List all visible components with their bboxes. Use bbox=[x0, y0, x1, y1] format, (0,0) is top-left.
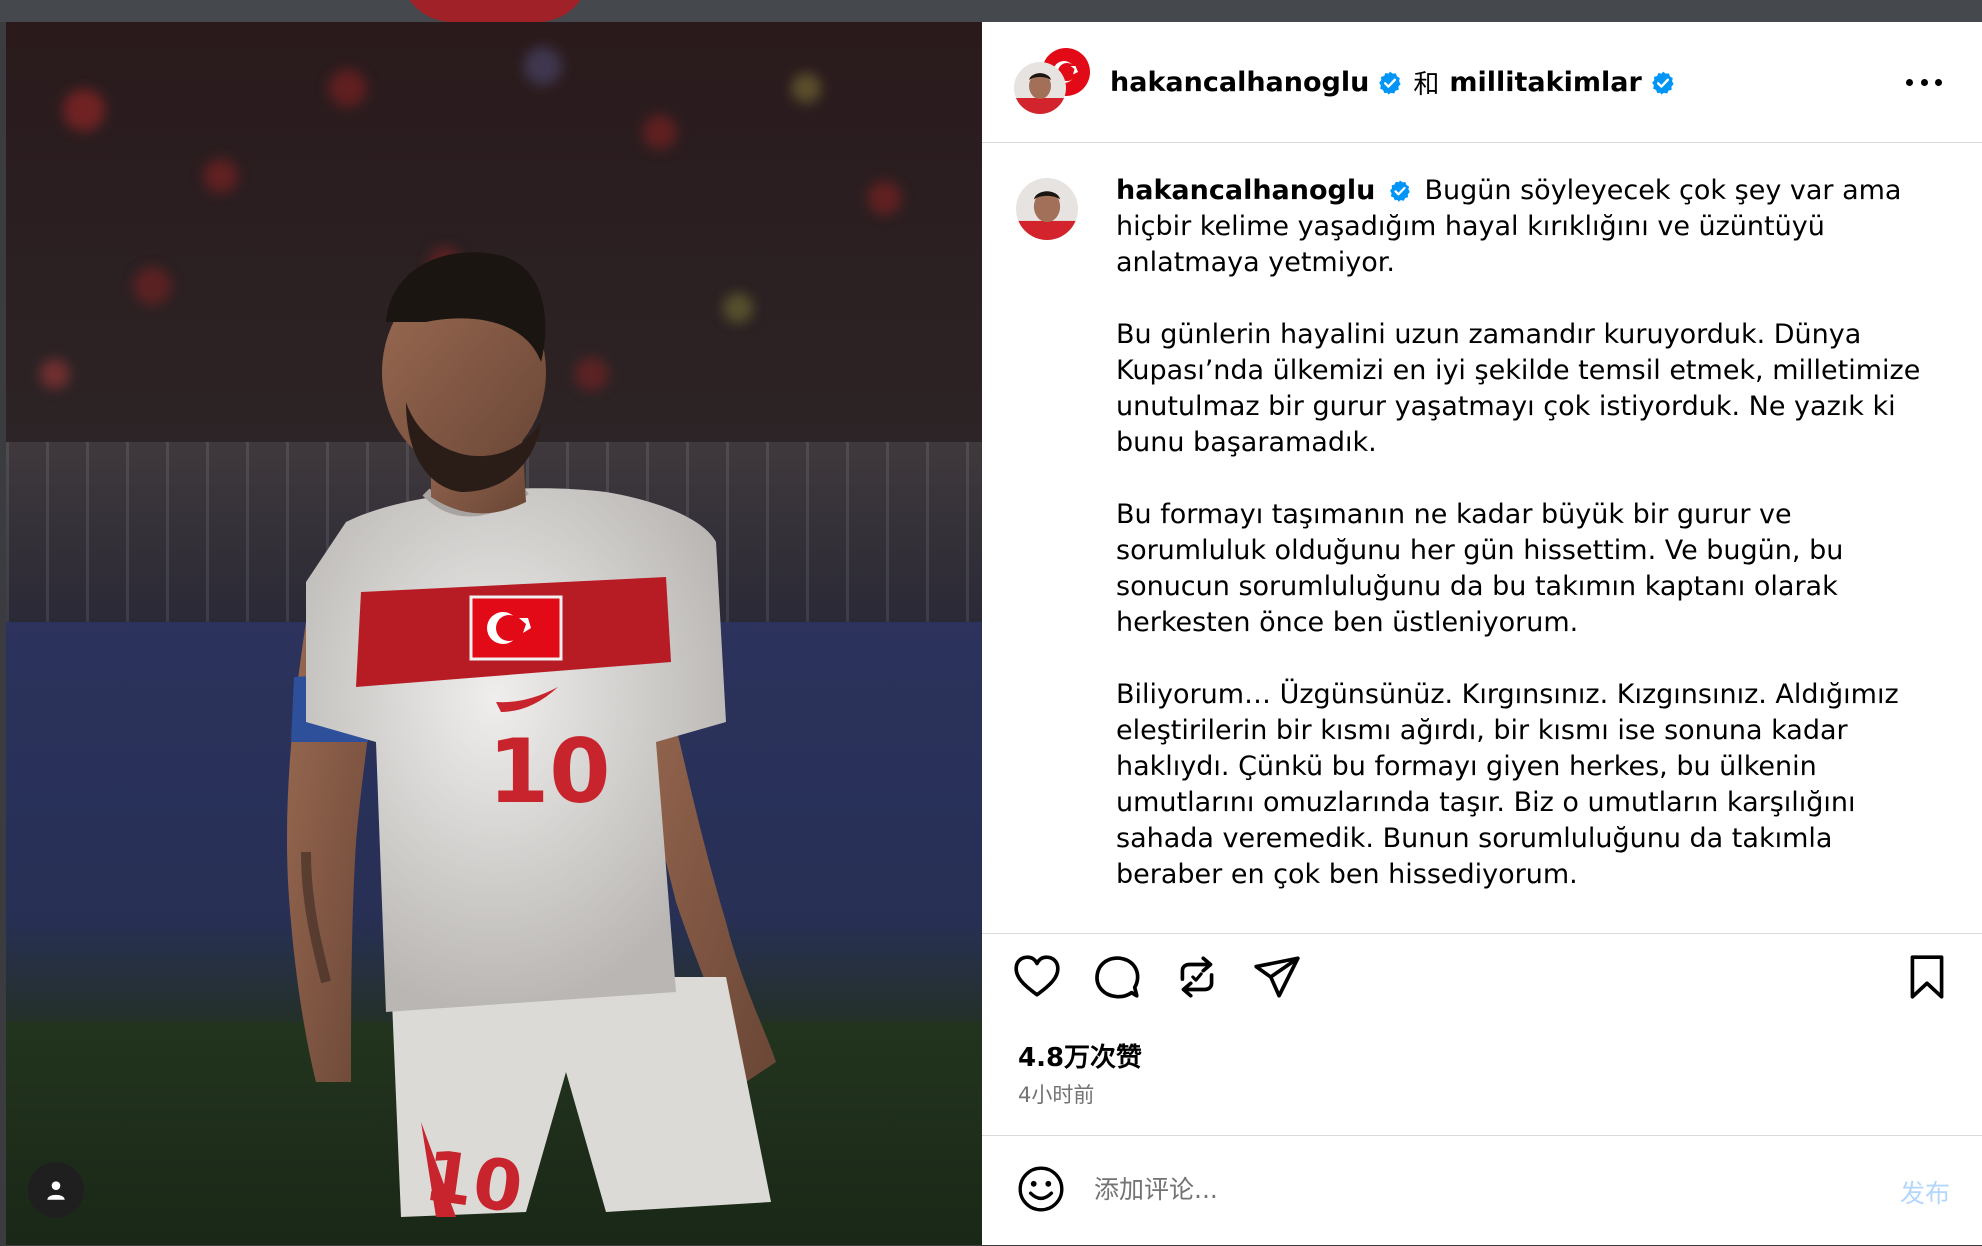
comment-bar: 发布 bbox=[982, 1135, 1982, 1246]
post-caption: hakancalhanoglu Bugün söyleyecek çok şey… bbox=[982, 143, 1982, 934]
person-icon bbox=[47, 1181, 65, 1200]
more-options-button[interactable] bbox=[1906, 72, 1942, 92]
verified-badge-icon bbox=[1389, 180, 1410, 202]
authors-joiner: 和 bbox=[1413, 70, 1440, 100]
caption-paragraph-3: Bu formayı taşımanın ne kadar büyük bir … bbox=[1116, 499, 1844, 638]
caption-paragraph-4: Biliyorum… Üzgünsünüz. Kırgınsınız. Kızg… bbox=[1116, 679, 1899, 890]
repost-icon[interactable] bbox=[1172, 952, 1222, 1002]
emoji-icon[interactable] bbox=[1016, 1164, 1066, 1214]
like-count[interactable]: 4.8万次赞 bbox=[1018, 1037, 1142, 1074]
comment-icon[interactable] bbox=[1092, 952, 1142, 1002]
post-authors: hakancalhanoglu 和 millitakimlar bbox=[1110, 64, 1676, 101]
post-image[interactable]: 10 10 bbox=[6, 22, 982, 1245]
caption-paragraph: hakancalhanoglu Bugün söyleyecek çok şey… bbox=[1116, 173, 1946, 281]
background-flag-shape bbox=[400, 0, 590, 22]
post-comment-button[interactable]: 发布 bbox=[1900, 1174, 1950, 1210]
svg-text:10: 10 bbox=[420, 1135, 528, 1230]
caption-paragraph-2: Bu günlerin hayalini uzun zamandır kuruy… bbox=[1116, 319, 1921, 458]
author-avatar[interactable] bbox=[1014, 62, 1066, 114]
bookmark-icon[interactable] bbox=[1902, 952, 1952, 1002]
send-icon[interactable] bbox=[1252, 952, 1302, 1002]
author-username[interactable]: hakancalhanoglu bbox=[1110, 67, 1369, 98]
post-actions bbox=[982, 952, 1982, 1012]
caption-username[interactable]: hakancalhanoglu bbox=[1116, 175, 1375, 206]
comment-input[interactable] bbox=[1092, 1160, 1796, 1218]
coauthor-username[interactable]: millitakimlar bbox=[1449, 67, 1641, 98]
verified-badge-icon bbox=[1651, 71, 1674, 95]
caption-author-avatar[interactable] bbox=[1016, 178, 1078, 240]
post-sidebar: hakancalhanoglu 和 millitakimlar hakancal… bbox=[982, 22, 1982, 1245]
browser-top-strip bbox=[0, 0, 1982, 22]
heart-icon[interactable] bbox=[1012, 952, 1062, 1002]
post-timestamp[interactable]: 4小时前 bbox=[1018, 1079, 1094, 1109]
player-figure: 10 10 bbox=[286, 252, 776, 1230]
post-header: hakancalhanoglu 和 millitakimlar bbox=[982, 22, 1982, 143]
more-horizontal-icon bbox=[1906, 78, 1913, 86]
verified-badge-icon bbox=[1379, 71, 1401, 95]
jersey-number: 10 bbox=[488, 720, 610, 823]
caption-text: hakancalhanoglu Bugün söyleyecek çok şey… bbox=[1116, 173, 1946, 929]
tagged-users-button[interactable] bbox=[28, 1162, 84, 1218]
